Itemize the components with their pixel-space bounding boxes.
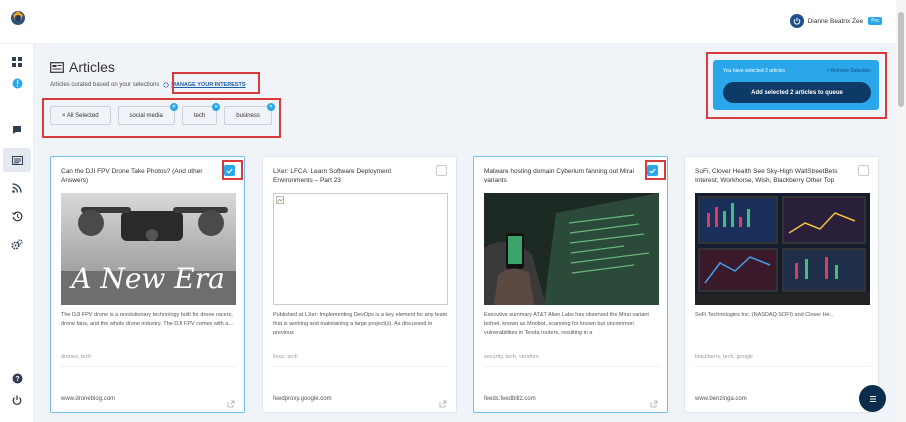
user-name: Dianne Beatrix Zee bbox=[807, 17, 864, 25]
card-divider bbox=[484, 366, 659, 367]
article-title[interactable]: SoFi, Clover Health See Sky-High WallStr… bbox=[695, 167, 847, 185]
gear-icon bbox=[163, 82, 170, 88]
settings-gears-icon[interactable] bbox=[11, 238, 23, 250]
highlight-box-checkbox bbox=[645, 160, 666, 180]
logout-icon[interactable] bbox=[11, 394, 23, 406]
top-bar: Dianne Beatrix Zee Pro bbox=[0, 0, 906, 44]
article-domain[interactable]: www.droneblog.com bbox=[61, 396, 115, 402]
highlight-box-manage bbox=[172, 72, 260, 94]
info-icon[interactable] bbox=[11, 77, 23, 89]
article-description: Executive summary AT&T Alien Labs has ob… bbox=[484, 312, 649, 336]
broken-image-icon bbox=[276, 196, 284, 204]
article-description: Published at LXer: Implementing DevOps i… bbox=[273, 312, 448, 336]
page-title-text: Articles bbox=[69, 59, 115, 75]
articles-title-icon bbox=[50, 61, 64, 73]
article-card[interactable]: Can the DJI FPV Drone Take Photos? (And … bbox=[50, 156, 245, 413]
articles-icon[interactable] bbox=[11, 154, 23, 166]
article-description: The DJI FPV drone is a revolutionary tec… bbox=[61, 312, 233, 327]
article-domain[interactable]: feedproxy.google.com bbox=[273, 396, 332, 402]
rss-icon[interactable] bbox=[11, 182, 23, 194]
subtitle-text: Articles curated based on your selection… bbox=[50, 82, 160, 88]
main-content: Articles Articles curated based on your … bbox=[34, 44, 896, 422]
article-domain[interactable]: feeds.feedblitz.com bbox=[484, 396, 536, 402]
external-link-icon[interactable] bbox=[650, 395, 658, 408]
help-icon[interactable]: ? bbox=[11, 372, 23, 384]
svg-text:?: ? bbox=[15, 376, 19, 383]
external-link-icon[interactable] bbox=[439, 395, 447, 408]
pro-badge: Pro bbox=[868, 17, 882, 25]
user-menu[interactable]: Dianne Beatrix Zee Pro bbox=[789, 14, 882, 28]
article-tags: linux, tech bbox=[273, 354, 298, 360]
highlight-box-checkbox bbox=[222, 160, 243, 180]
article-title[interactable]: LXer: LFCA: Learn Software Deployment En… bbox=[273, 167, 425, 185]
history-icon[interactable] bbox=[11, 210, 23, 222]
article-card[interactable]: LXer: LFCA: Learn Software Deployment En… bbox=[262, 156, 457, 413]
article-card[interactable]: Malware hosting domain Cyberium fanning … bbox=[473, 156, 668, 413]
card-divider bbox=[61, 366, 236, 367]
chat-icon[interactable] bbox=[11, 124, 23, 136]
article-title[interactable]: Can the DJI FPV Drone Take Photos? (And … bbox=[61, 167, 213, 185]
sidebar: ? bbox=[0, 44, 34, 422]
article-tags: drones, tech bbox=[61, 354, 92, 360]
menu-fab-button[interactable] bbox=[859, 385, 886, 412]
external-link-icon[interactable] bbox=[227, 395, 235, 408]
card-divider bbox=[273, 366, 448, 367]
image-overlay-text: A New Era bbox=[68, 262, 225, 295]
app-logo-icon[interactable] bbox=[10, 9, 26, 26]
article-tags: blackberry, tech, google bbox=[695, 354, 753, 360]
article-title[interactable]: Malware hosting domain Cyberium fanning … bbox=[484, 167, 636, 185]
article-card[interactable]: SoFi, Clover Health See Sky-High WallStr… bbox=[684, 156, 879, 413]
card-divider bbox=[695, 366, 870, 367]
article-tags: security, tech, vendors bbox=[484, 354, 539, 360]
dashboard-grid-icon[interactable] bbox=[11, 56, 23, 68]
article-description: SoFi Technologies Inc. (NASDAQ:SOFI) and… bbox=[695, 312, 835, 318]
scrollbar-thumb[interactable] bbox=[898, 12, 904, 107]
highlight-box-selection bbox=[706, 52, 887, 119]
article-select-checkbox[interactable] bbox=[858, 165, 869, 176]
power-icon bbox=[789, 14, 804, 28]
article-domain[interactable]: www.benzinga.com bbox=[695, 396, 747, 402]
highlight-box-chips bbox=[42, 98, 281, 138]
article-image-trading[interactable] bbox=[695, 193, 870, 305]
article-image-broken[interactable] bbox=[273, 193, 448, 305]
article-select-checkbox[interactable] bbox=[436, 165, 447, 176]
page-scrollbar[interactable] bbox=[896, 0, 906, 422]
page-title: Articles bbox=[50, 59, 115, 75]
article-image-malware[interactable] bbox=[484, 193, 659, 305]
article-image-drone[interactable]: A New Era bbox=[61, 193, 236, 305]
hamburger-menu-icon bbox=[869, 395, 876, 402]
